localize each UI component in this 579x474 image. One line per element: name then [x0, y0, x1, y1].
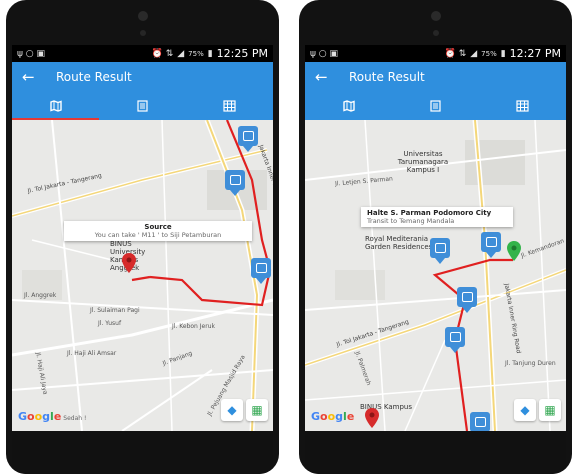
bus-stop-marker[interactable]	[481, 232, 501, 258]
tab-schedule[interactable]	[186, 92, 273, 120]
notification-icons: ψ ○ ▣	[310, 48, 339, 59]
tab-map[interactable]	[12, 92, 99, 120]
google-logo: Google Sedah !	[18, 410, 87, 423]
tab-map[interactable]	[305, 92, 392, 120]
bus-icon	[430, 238, 450, 258]
phone-left: ψ ○ ▣ ⏰ ⇅ ◢ 75% ▮ 12:25 PM ← Route Resul…	[6, 0, 279, 474]
google-maps-icon: ▦	[544, 403, 556, 417]
battery-percent: 75%	[481, 49, 497, 58]
map-icon	[342, 100, 355, 112]
camera	[432, 30, 439, 36]
signal-icon: ◢	[177, 48, 185, 59]
grid-icon	[223, 100, 236, 112]
directions-icon: ◆	[520, 403, 530, 417]
info-window[interactable]: Source You can take ' M11 ' to Siji Peta…	[64, 221, 252, 241]
back-arrow-icon[interactable]: ←	[315, 68, 341, 86]
bus-stop-marker[interactable]	[251, 258, 271, 284]
battery-icon: ▮	[500, 48, 506, 59]
app-bar: ← Route Result	[305, 62, 566, 92]
bus-icon	[445, 327, 465, 347]
info-window-title: Halte S. Parman Podomoro City	[367, 209, 492, 217]
bus-stop-marker[interactable]	[445, 327, 465, 353]
bus-stop-marker[interactable]	[238, 126, 258, 152]
info-window-subtitle: Transit to Temang Mandala	[367, 217, 455, 225]
info-window[interactable]: Halte S. Parman Podomoro City Transit to…	[361, 207, 513, 227]
bottom-bezel	[12, 431, 273, 474]
road-label: Jl. Anggrek	[24, 292, 57, 299]
battery-icon: ▮	[207, 48, 213, 59]
status-bar: ψ ○ ▣ ⏰ ⇅ ◢ 75% ▮ 12:27 PM	[305, 45, 566, 62]
open-maps-button[interactable]: ▦	[539, 399, 561, 421]
directions-icon: ◆	[227, 403, 237, 417]
grid-icon	[516, 100, 529, 112]
bus-stop-marker[interactable]	[430, 238, 450, 264]
google-maps-icon: ▦	[251, 403, 263, 417]
list-icon	[430, 100, 441, 112]
tab-bar	[305, 92, 566, 120]
road-label: Jl. Kebon Jeruk	[172, 323, 215, 330]
map-roads	[12, 120, 273, 431]
bus-icon	[238, 126, 258, 146]
speaker	[137, 11, 148, 21]
tab-list[interactable]	[99, 92, 186, 120]
battery-percent: 75%	[188, 49, 204, 58]
app-bar: ← Route Result	[12, 62, 273, 92]
destination-pin-icon[interactable]	[507, 241, 521, 261]
camera	[139, 30, 146, 36]
status-time: 12:27 PM	[509, 47, 561, 60]
bus-icon	[251, 258, 271, 278]
status-bar: ψ ○ ▣ ⏰ ⇅ ◢ 75% ▮ 12:25 PM	[12, 45, 273, 62]
bus-stop-marker[interactable]	[225, 170, 245, 196]
info-window-subtitle: You can take ' M11 ' to Siji Petamburan	[94, 231, 222, 239]
map-view[interactable]: Universitas Tarumanagara Kampus I Royal …	[305, 120, 566, 431]
speaker	[430, 11, 441, 21]
bottom-bezel	[305, 431, 566, 474]
tab-list[interactable]	[392, 92, 479, 120]
place-label: Universitas Tarumanagara Kampus I	[397, 150, 449, 174]
phone-right: ψ ○ ▣ ⏰ ⇅ ◢ 75% ▮ 12:27 PM ← Route Resul…	[299, 0, 572, 474]
status-time: 12:25 PM	[216, 47, 268, 60]
bus-stop-marker[interactable]	[457, 287, 477, 313]
tab-bar	[12, 92, 273, 120]
bus-stop-marker[interactable]	[470, 412, 490, 431]
bus-icon	[225, 170, 245, 190]
info-window-title: Source	[144, 223, 172, 231]
source-pin-icon[interactable]	[122, 253, 136, 273]
list-icon	[137, 100, 148, 112]
bus-icon	[470, 412, 490, 431]
road-label: Jl. Yusuf	[98, 320, 122, 327]
status-right-icons: ⏰ ⇅	[151, 48, 174, 59]
bus-icon	[457, 287, 477, 307]
map-icon	[49, 100, 62, 112]
notification-icons: ψ ○ ▣	[17, 48, 46, 59]
road-label: Jl. Sulaiman Pagi	[90, 307, 140, 314]
road-label: Jl. Haji Ali Amsar	[67, 350, 117, 357]
road-label: Jl. Tanjung Duren	[505, 360, 556, 367]
directions-button[interactable]: ◆	[514, 399, 536, 421]
directions-button[interactable]: ◆	[221, 399, 243, 421]
source-pin-icon[interactable]	[365, 408, 379, 428]
page-title: Route Result	[56, 70, 132, 84]
map-note: Sedah !	[63, 415, 87, 422]
open-maps-button[interactable]: ▦	[246, 399, 268, 421]
page-title: Route Result	[349, 70, 425, 84]
map-view[interactable]: Jl. Tol Jakarta - Tangerang Jakarta Inne…	[12, 120, 273, 431]
google-logo: Google	[311, 410, 355, 423]
signal-icon: ◢	[470, 48, 478, 59]
bus-icon	[481, 232, 501, 252]
place-label: Royal Mediterania Garden Residences	[365, 235, 433, 251]
status-right-icons: ⏰ ⇅	[444, 48, 467, 59]
back-arrow-icon[interactable]: ←	[22, 68, 48, 86]
tab-schedule[interactable]	[479, 92, 566, 120]
